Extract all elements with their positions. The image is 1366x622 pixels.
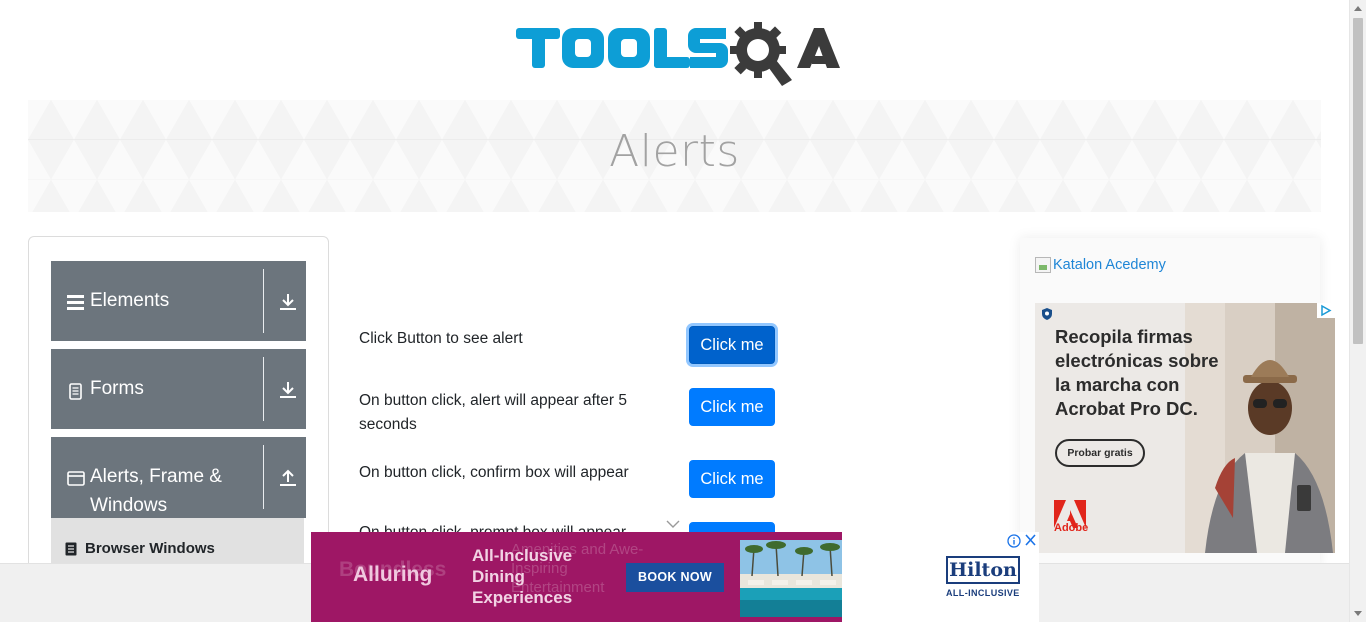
list-icon — [65, 542, 77, 556]
group-divider — [263, 269, 264, 333]
window-icon — [67, 471, 85, 486]
alert-button[interactable]: Click me — [689, 326, 775, 364]
page: Alerts Elements Forms Alerts, Frame & Wi… — [0, 0, 1366, 622]
katalon-academy-link[interactable]: Katalon Acedemy — [1035, 257, 1166, 273]
group-alerts-label-line2: Windows — [90, 495, 168, 516]
upload-arrow-icon[interactable] — [278, 468, 298, 488]
row-label-timer-alert: On button click, alert will appear after… — [359, 392, 627, 433]
ad-headline: Recopila firmas electrónicas sobre la ma… — [1055, 326, 1219, 419]
group-alerts-frame-windows[interactable]: Alerts, Frame & Windows — [51, 437, 306, 518]
sidebar-item-label: Browser Windows — [85, 540, 215, 557]
page-banner: Alerts — [28, 100, 1321, 212]
ad-tagline-left: Alluring — [353, 563, 433, 586]
hilton-logo: Hilton — [946, 556, 1020, 584]
vertical-scrollbar[interactable] — [1349, 0, 1366, 622]
adchoices-icon[interactable] — [1317, 303, 1335, 318]
katalon-link-text: Katalon Acedemy — [1053, 257, 1166, 273]
download-arrow-icon[interactable] — [278, 380, 298, 400]
group-forms-label: Forms — [90, 378, 144, 399]
group-divider — [263, 445, 264, 509]
adobe-brand-text: Adobe — [1054, 522, 1089, 534]
scroll-down-arrow[interactable] — [1354, 611, 1362, 616]
group-elements-label: Elements — [90, 290, 170, 311]
shield-icon — [1042, 308, 1052, 320]
info-icon[interactable] — [1007, 534, 1021, 548]
scroll-up-arrow[interactable] — [1354, 6, 1362, 11]
ad-tagline-right: All-Inclusive Dining Experiences — [472, 546, 573, 607]
probar-gratis-button[interactable]: Probar gratis — [1055, 439, 1145, 467]
hamburger-icon — [67, 295, 84, 310]
row-label-alert: Click Button to see alert — [359, 330, 523, 347]
chevron-down-icon[interactable] — [666, 519, 680, 529]
close-icon[interactable] — [1024, 533, 1037, 547]
document-icon — [69, 383, 82, 400]
confirm-button[interactable]: Click me — [689, 460, 775, 498]
group-elements[interactable]: Elements — [51, 261, 306, 341]
scrollbar-thumb[interactable] — [1353, 18, 1363, 344]
broken-image-icon — [1035, 257, 1051, 273]
timer-alert-button[interactable]: Click me — [689, 388, 775, 426]
group-forms[interactable]: Forms — [51, 349, 306, 429]
page-title: Alerts — [609, 126, 740, 177]
toolsqa-logo[interactable] — [514, 14, 840, 92]
group-alerts-label: Alerts, Frame & — [90, 466, 222, 487]
download-arrow-icon[interactable] — [278, 292, 298, 312]
row-label-confirm: On button click, confirm box will appear — [359, 464, 629, 481]
sidebar-item-browser-windows[interactable]: Browser Windows — [51, 518, 304, 568]
book-now-button[interactable]: BOOK NOW — [626, 563, 724, 592]
group-divider — [263, 357, 264, 421]
hilton-subtitle: ALL-INCLUSIVE — [946, 588, 1020, 598]
hilton-advertisement[interactable]: Boundless Amenities and Awe-Inspiring En… — [311, 532, 1039, 622]
adobe-advertisement[interactable]: Recopila firmas electrónicas sobre la ma… — [1035, 303, 1335, 553]
